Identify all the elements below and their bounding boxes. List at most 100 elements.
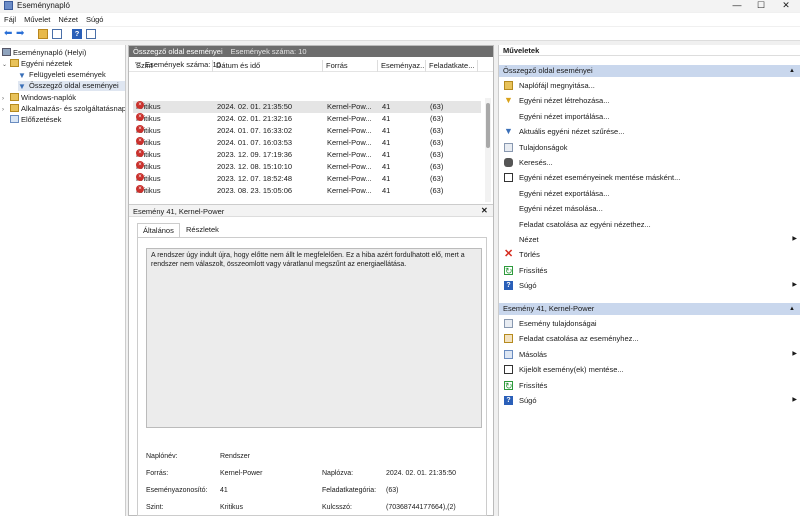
table-row[interactable]: × Kritikus 2023. 12. 09. 17:19:36 Kernel-Po… xyxy=(133,149,481,161)
scrollbar-thumb[interactable] xyxy=(486,103,490,148)
chevron-right-icon[interactable]: › xyxy=(2,105,10,115)
column-header-task-category[interactable]: Feladatkate... xyxy=(426,60,478,72)
menu-view[interactable]: Nézet xyxy=(54,13,82,26)
action-item[interactable]: ▼ Egyéni nézet létrehozása... xyxy=(499,93,800,108)
menu-file[interactable]: Fájl xyxy=(0,13,20,26)
action-item[interactable]: Egyéni nézet importálása... xyxy=(499,109,800,124)
critical-icon: × xyxy=(136,149,144,157)
action-item[interactable]: Egyéni nézet eseményeinek mentése máskén… xyxy=(499,170,800,185)
event-properties-icon xyxy=(504,319,513,328)
row-task: (63) xyxy=(430,102,444,111)
show-hide-action-pane-icon[interactable] xyxy=(86,29,96,39)
row-date: 2024. 02. 01. 21:35:50 xyxy=(217,102,293,111)
chevron-right-icon[interactable]: › xyxy=(2,94,10,104)
tree-item-windows-logs[interactable]: › Windows-naplók xyxy=(2,93,76,104)
event-message[interactable]: A rendszer úgy indult újra, hogy előtte … xyxy=(146,248,482,428)
row-task: (63) xyxy=(430,114,444,123)
row-id: 41 xyxy=(382,174,391,183)
table-row[interactable]: × Kritikus 2024. 02. 01. 21:32:16 Kernel-Po… xyxy=(133,113,481,125)
action-item[interactable]: Nézet ▶ xyxy=(499,232,800,247)
row-id: 41 xyxy=(382,186,391,195)
chevron-down-icon[interactable]: ⌄ xyxy=(2,60,10,70)
row-date: 2023. 12. 09. 17:19:36 xyxy=(217,150,293,159)
prop-log-name: Rendszer xyxy=(220,453,250,460)
action-item[interactable]: ▼ Aktuális egyéni nézet szűrése... xyxy=(499,124,800,139)
actions-section-event[interactable]: Esemény 41, Kernel-Power ▲ xyxy=(499,303,800,315)
row-id: 41 xyxy=(382,102,391,111)
menu-action[interactable]: Művelet xyxy=(20,13,54,26)
action-item[interactable]: ↻ Frissítés xyxy=(499,378,800,393)
column-header-date[interactable]: Dátum és idő xyxy=(213,60,323,72)
tree-item-admin-events[interactable]: ▼ Felügyeleti események xyxy=(18,70,106,80)
action-item[interactable]: Tulajdonságok xyxy=(499,140,800,155)
column-header-source[interactable]: Forrás xyxy=(323,60,378,72)
action-item[interactable]: ✕ Törlés xyxy=(499,247,800,262)
action-item[interactable]: Feladat csatolása az eseményhez... xyxy=(499,331,800,346)
up-folder-icon[interactable] xyxy=(38,29,48,39)
actions-section-view[interactable]: Összegző oldal eseményei ▲ xyxy=(499,65,800,77)
column-header-event-id[interactable]: Eseményaz... xyxy=(378,60,426,72)
help-icon[interactable]: ? xyxy=(72,29,82,39)
save-icon xyxy=(504,173,513,183)
row-task: (63) xyxy=(430,150,444,159)
view-title: Összegző oldal eseményei xyxy=(133,47,223,56)
open-folder-icon xyxy=(504,81,513,90)
row-source: Kernel-Pow... xyxy=(327,162,372,171)
row-task: (63) xyxy=(430,126,444,135)
row-level: × Kritikus xyxy=(136,101,216,113)
action-item[interactable]: ? Súgó ▶ xyxy=(499,393,800,408)
actions-pane: Műveletek Összegző oldal eseményei ▲ Napl… xyxy=(498,45,800,516)
forward-arrow-icon[interactable]: ➡ xyxy=(16,29,26,39)
row-task: (63) xyxy=(430,186,444,195)
row-level: × Kritikus xyxy=(136,137,216,149)
row-task: (63) xyxy=(430,174,444,183)
row-task: (63) xyxy=(430,162,444,171)
action-item[interactable]: Kijelölt esemény(ek) mentése... xyxy=(499,362,800,377)
tree-item-custom-views[interactable]: ⌄ Egyéni nézetek xyxy=(2,59,72,70)
action-item[interactable]: Feladat csatolása az egyéni nézethez... xyxy=(499,217,800,232)
table-row[interactable]: × Kritikus 2024. 01. 07. 16:03:53 Kernel-Po… xyxy=(133,137,481,149)
action-item[interactable]: Keresés... xyxy=(499,155,800,170)
filter-icon: ▼ xyxy=(18,71,26,80)
submenu-arrow-icon: ▶ xyxy=(792,282,797,289)
prop-label-logged: Naplózva: xyxy=(322,470,354,477)
tab-general[interactable]: Általános xyxy=(137,223,180,237)
menu-help[interactable]: Súgó xyxy=(82,13,108,26)
collapse-arrow-icon[interactable]: ▲ xyxy=(789,303,795,315)
table-row[interactable]: × Kritikus 2024. 01. 07. 16:33:02 Kernel-Po… xyxy=(133,125,481,137)
action-item[interactable]: Esemény tulajdonságai xyxy=(499,316,800,331)
action-item[interactable]: ↻ Frissítés xyxy=(499,263,800,278)
table-row[interactable]: × Kritikus 2024. 02. 01. 21:35:50 Kernel-Po… xyxy=(133,101,481,113)
action-item[interactable]: Másolás ▶ xyxy=(499,347,800,362)
binoculars-icon xyxy=(504,158,513,167)
action-item[interactable]: Egyéni nézet exportálása... xyxy=(499,186,800,201)
show-hide-tree-icon[interactable] xyxy=(52,29,62,39)
collapse-arrow-icon[interactable]: ▲ xyxy=(789,65,795,77)
tree-item-summary-page[interactable]: ▼ Összegző oldal eseményei xyxy=(18,81,125,91)
action-label: Feladat csatolása az eseményhez... xyxy=(519,334,639,344)
action-item[interactable]: Naplófájl megnyitása... xyxy=(499,78,800,93)
table-row[interactable]: × Kritikus 2023. 08. 23. 15:05:06 Kernel-Po… xyxy=(133,185,481,197)
close-detail-icon[interactable]: ✕ xyxy=(481,204,491,217)
close-button[interactable]: ✕ xyxy=(775,0,797,12)
action-label: Kijelölt esemény(ek) mentése... xyxy=(519,365,624,375)
row-level: × Kritikus xyxy=(136,173,216,185)
event-list-scrollbar[interactable] xyxy=(485,98,491,202)
maximize-button[interactable]: ☐ xyxy=(750,0,772,12)
minimize-button[interactable]: — xyxy=(726,0,748,12)
tree-item-app-service-logs[interactable]: › Alkalmazás- és szolgáltatásnaplók xyxy=(2,104,125,115)
tree-item-subscriptions[interactable]: Előfizetések xyxy=(10,115,61,125)
row-id: 41 xyxy=(382,114,391,123)
center-pane: Összegző oldal eseményei Események száma:… xyxy=(128,45,494,516)
table-row[interactable]: × Kritikus 2023. 12. 07. 18:52:48 Kernel-Po… xyxy=(133,173,481,185)
tree-item-local[interactable]: Eseménynapló (Helyi) xyxy=(2,48,86,58)
action-item[interactable]: ? Súgó ▶ xyxy=(499,278,800,293)
back-arrow-icon[interactable]: ⬅ xyxy=(4,29,14,39)
actions-title: Műveletek xyxy=(499,45,800,56)
action-item[interactable]: Egyéni nézet másolása... xyxy=(499,201,800,216)
window-title: Eseménynapló xyxy=(17,1,70,10)
tab-details[interactable]: Részletek xyxy=(181,223,224,237)
action-label: Keresés... xyxy=(519,158,553,167)
table-row[interactable]: × Kritikus 2023. 12. 08. 15:10:10 Kernel-Po… xyxy=(133,161,481,173)
column-header-level[interactable]: Szint xyxy=(133,60,213,72)
